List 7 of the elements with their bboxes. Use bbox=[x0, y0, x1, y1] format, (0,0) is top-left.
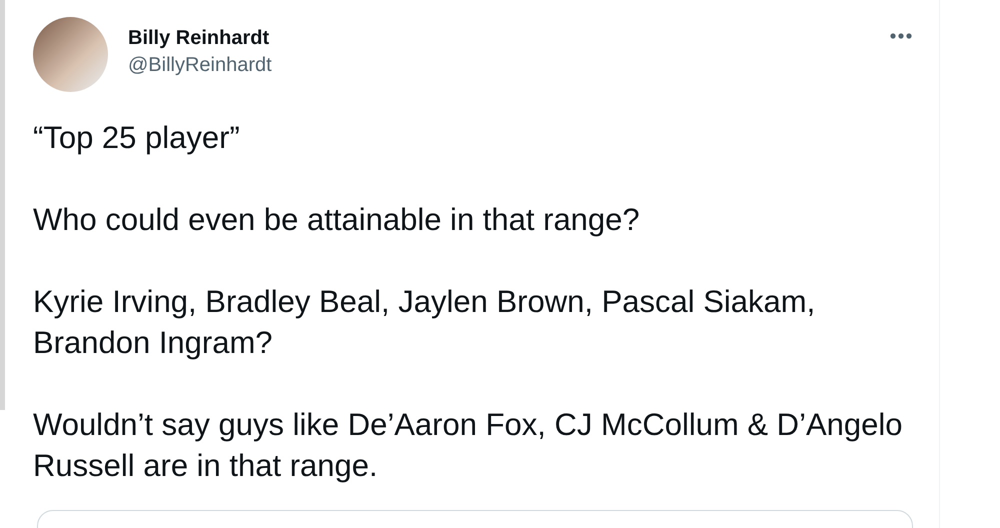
tweet-text: “Top 25 player” bbox=[33, 119, 241, 157]
tweet-text: Wouldn’t say guys like De’Aaron Fox, CJ McCollum & D’Angelo Russell are in that range. bbox=[33, 406, 904, 485]
tweet-text: Who could even be attainable in that range? bbox=[33, 201, 641, 239]
more-options-icon[interactable] bbox=[890, 33, 912, 39]
tweet-text: Kyrie Irving, Bradley Beal, Jaylen Brown, Pascal Siakam, Brandon Ingram? bbox=[33, 283, 816, 362]
author-name[interactable]: Billy Reinhardt bbox=[128, 26, 272, 50]
author-handle[interactable]: @BillyReinhardt bbox=[128, 54, 272, 76]
